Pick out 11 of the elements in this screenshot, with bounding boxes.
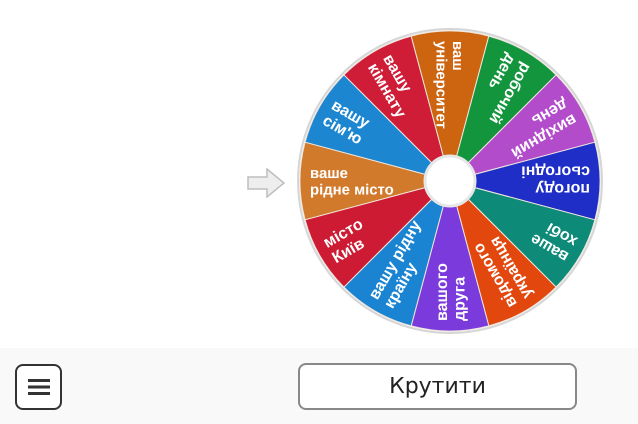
segment-label: погоду сьогодні	[521, 162, 590, 198]
spin-button[interactable]: Крутити	[298, 363, 577, 410]
menu-icon	[26, 376, 50, 396]
menu-button[interactable]	[15, 364, 62, 410]
pointer-arrow-icon	[247, 168, 285, 198]
segment-label: вашого друга	[434, 263, 468, 321]
segment-label: місто Київ	[320, 216, 368, 267]
segment-label: вашу сім'ю	[320, 96, 372, 148]
segment-label: ваш університет	[432, 41, 465, 129]
wheel-hub	[424, 154, 476, 208]
segment-label: ваше рідне місто	[310, 166, 394, 198]
